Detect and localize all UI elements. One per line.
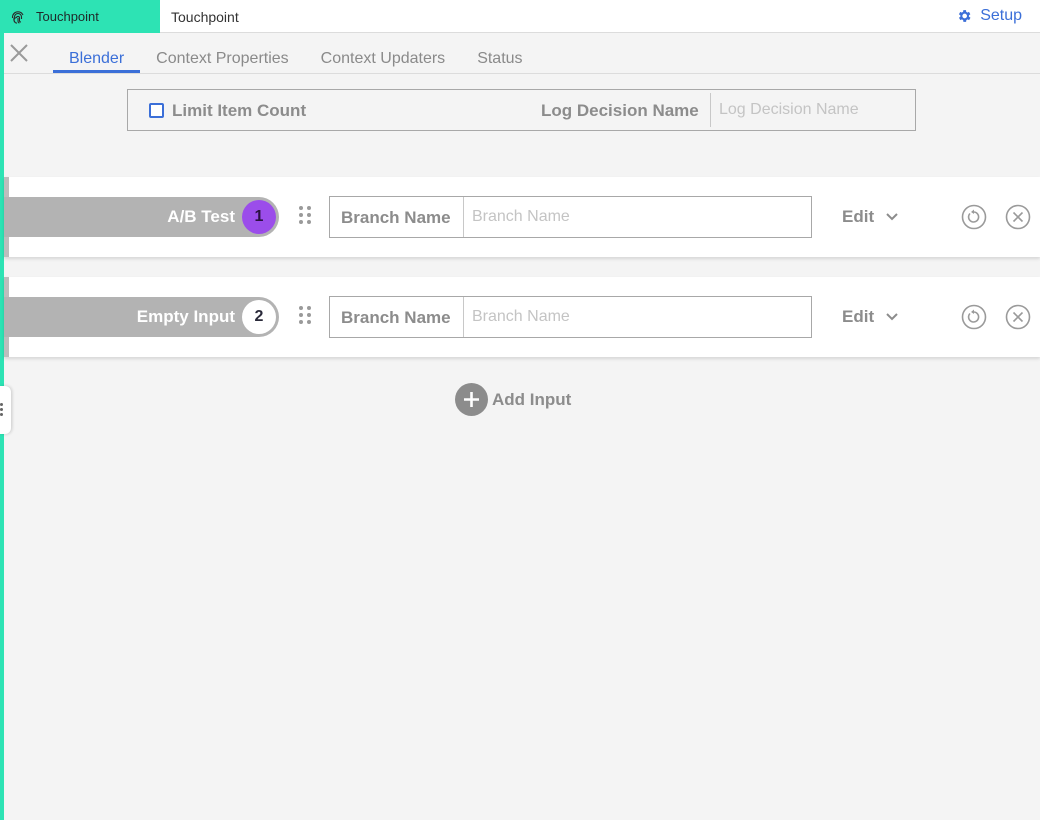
input-number-badge: 2 (242, 300, 276, 334)
add-input-label: Add Input (492, 389, 572, 409)
top-bar: Touchpoint Touchpoint Setup (0, 0, 1040, 33)
branch-name-field: Branch Name (329, 196, 812, 238)
side-panel-handle-icon[interactable] (0, 386, 11, 434)
input-type-pill[interactable]: A/B Test 1 (4, 197, 279, 237)
input-number-badge: 1 (242, 200, 276, 234)
branch-name-field: Branch Name (329, 296, 812, 338)
reset-icon[interactable] (961, 304, 987, 330)
blender-input-row: Empty Input 2 Branch Name Edit (4, 277, 1040, 357)
gear-icon (959, 10, 971, 22)
branch-name-label: Branch Name (341, 308, 451, 327)
edit-label: Edit (842, 307, 875, 326)
remove-icon[interactable] (1005, 304, 1031, 330)
add-input-button[interactable]: Add Input (455, 383, 571, 416)
input-name: A/B Test (167, 207, 235, 226)
tab-context-properties[interactable]: Context Properties (140, 33, 305, 73)
plus-icon (455, 383, 488, 416)
branch-name-input[interactable] (463, 197, 811, 237)
input-name: Empty Input (136, 307, 235, 326)
edit-dropdown[interactable]: Edit (842, 207, 898, 227)
setup-label: Setup (980, 7, 1022, 24)
tabs-divider (4, 73, 1040, 74)
input-type-pill[interactable]: Empty Input 2 (4, 297, 279, 337)
drag-handle-icon[interactable] (298, 205, 312, 227)
chevron-down-icon (886, 213, 898, 221)
app-tab-label: Touchpoint (36, 9, 99, 24)
tab-context-updaters[interactable]: Context Updaters (305, 33, 462, 73)
log-decision-name-label: Log Decision Name (541, 101, 699, 120)
fingerprint-icon (11, 10, 24, 24)
app-tab-touchpoint[interactable]: Touchpoint (0, 0, 160, 33)
breadcrumb: Touchpoint (171, 9, 239, 25)
blender-input-row: A/B Test 1 Branch Name Edit (4, 177, 1040, 257)
limit-item-count-label: Limit Item Count (172, 101, 307, 120)
branch-name-input[interactable] (463, 297, 811, 337)
tab-blender[interactable]: Blender (53, 33, 141, 73)
blender-options-panel: Limit Item Count Log Decision Name (127, 89, 916, 131)
reset-icon[interactable] (961, 204, 987, 230)
tab-status[interactable]: Status (461, 33, 538, 73)
chevron-down-icon (886, 313, 898, 321)
branch-name-label: Branch Name (341, 208, 451, 227)
log-decision-name-input[interactable] (710, 93, 914, 127)
edit-label: Edit (842, 207, 875, 226)
tab-bar: Blender Context Properties Context Updat… (53, 33, 539, 73)
limit-item-count-checkbox[interactable] (149, 103, 164, 118)
edit-dropdown[interactable]: Edit (842, 307, 898, 327)
remove-icon[interactable] (1005, 204, 1031, 230)
setup-button[interactable]: Setup (956, 7, 1022, 25)
drag-handle-icon[interactable] (298, 305, 312, 327)
close-icon[interactable] (8, 42, 30, 64)
